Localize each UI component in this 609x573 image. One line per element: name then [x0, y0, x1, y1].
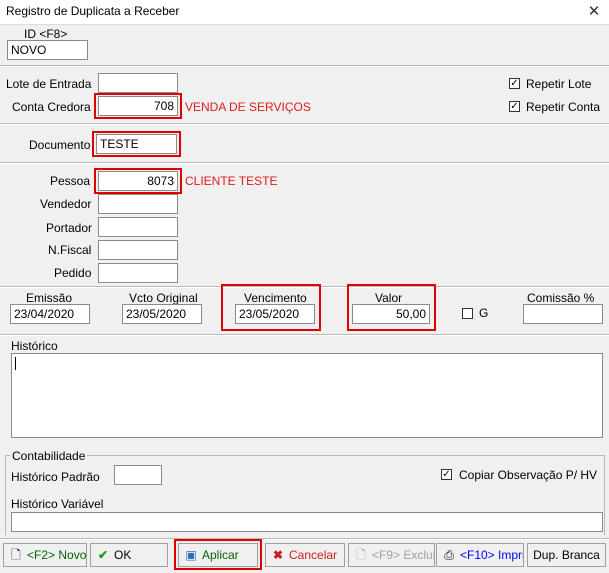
cancelar-button-label: Cancelar — [289, 548, 338, 562]
repetir-conta-checkbox[interactable]: ✓ — [509, 101, 520, 112]
conta-description: VENDA DE SERVIÇOS — [185, 100, 311, 114]
new-document-icon: 🗋 — [11, 548, 21, 562]
divider — [0, 162, 609, 164]
vendedor-field[interactable] — [98, 194, 178, 214]
pessoa-description: CLIENTE TESTE — [185, 174, 278, 188]
vendedor-label: Vendedor — [40, 197, 92, 211]
divider — [0, 334, 609, 336]
aplicar-button-label: Aplicar — [202, 548, 239, 562]
id-field[interactable]: NOVO — [7, 40, 88, 60]
historico-padrao-field[interactable] — [114, 465, 162, 485]
valor-label: Valor — [375, 291, 403, 305]
lote-field[interactable] — [98, 73, 178, 93]
excluir-button[interactable]: 🗋 <F9> Excluir — [348, 543, 435, 567]
vencimento-field[interactable]: 23/05/2020 — [235, 304, 315, 324]
portador-label: Portador — [46, 221, 93, 235]
historico-textarea[interactable] — [11, 353, 603, 438]
emissao-field[interactable]: 23/04/2020 — [10, 304, 90, 324]
ok-button-label: OK — [114, 548, 132, 562]
pedido-label: Pedido — [54, 266, 92, 280]
novo-button-label: <F2> Novo — [27, 548, 87, 562]
delete-document-icon: 🗋 — [356, 548, 366, 562]
apply-icon: ▣ — [185, 548, 197, 562]
window-title: Registro de Duplicata a Receber — [6, 4, 180, 18]
ok-button[interactable]: ✔ OK — [90, 543, 168, 567]
divider — [0, 123, 609, 125]
vencimento-label: Vencimento — [244, 291, 307, 305]
excluir-button-label: <F9> Excluir — [372, 548, 435, 562]
cancel-x-icon: ✖ — [272, 548, 284, 562]
copiar-observacao-label: Copiar Observação P/ HV — [459, 468, 598, 482]
conta-field[interactable]: 708 — [98, 96, 178, 116]
repetir-lote-label: Repetir Lote — [526, 77, 592, 91]
imprimir-button[interactable]: ⎙ <F10> Imprimir — [436, 543, 524, 567]
portador-field[interactable] — [98, 217, 178, 237]
pedido-field[interactable] — [98, 263, 178, 283]
printer-icon: ⎙ — [444, 548, 454, 562]
cancelar-button[interactable]: ✖ Cancelar — [265, 543, 345, 567]
valor-field[interactable]: 50,00 — [352, 304, 430, 324]
vcto-original-field[interactable]: 23/05/2020 — [122, 304, 202, 324]
close-icon[interactable]: ✕ — [582, 0, 606, 24]
dup-branca-button-label: Dup. Branca — [533, 548, 600, 562]
historico-padrao-label: Histórico Padrão — [11, 470, 100, 484]
text-caret — [15, 357, 16, 370]
nfiscal-label: N.Fiscal — [48, 243, 92, 257]
comissao-label: Comissão % — [527, 291, 595, 305]
historico-label: Histórico — [11, 339, 58, 353]
checkmark-icon: ✔ — [97, 548, 109, 562]
divider — [0, 65, 609, 67]
historico-variavel-label: Histórico Variável — [11, 497, 104, 511]
aplicar-button[interactable]: ▣ Aplicar — [178, 543, 258, 567]
id-label: ID <F8> — [24, 27, 68, 41]
divider — [0, 538, 609, 540]
nfiscal-field[interactable] — [98, 240, 178, 260]
repetir-lote-checkbox[interactable]: ✓ — [509, 78, 520, 89]
contabilidade-label: Contabilidade — [10, 449, 88, 463]
conta-label: Conta Credora — [12, 100, 91, 114]
dup-branca-button[interactable]: Dup. Branca — [527, 543, 606, 567]
g-label: G — [479, 306, 489, 320]
emissao-label: Emissão — [26, 291, 73, 305]
lote-label: Lote de Entrada — [6, 77, 92, 91]
repetir-conta-label: Repetir Conta — [526, 100, 601, 114]
documento-field[interactable]: TESTE — [96, 134, 177, 154]
documento-label: Documento — [29, 138, 91, 152]
vcto-original-label: Vcto Original — [129, 291, 198, 305]
copiar-observacao-checkbox[interactable]: ✓ — [441, 469, 452, 480]
novo-button[interactable]: 🗋 <F2> Novo — [3, 543, 87, 567]
pessoa-field[interactable]: 8073 — [98, 171, 178, 191]
imprimir-button-label: <F10> Imprimir — [460, 548, 523, 562]
pessoa-label: Pessoa — [50, 174, 91, 188]
historico-variavel-field[interactable] — [11, 512, 603, 532]
comissao-field[interactable] — [523, 304, 603, 324]
g-checkbox[interactable] — [462, 308, 473, 319]
